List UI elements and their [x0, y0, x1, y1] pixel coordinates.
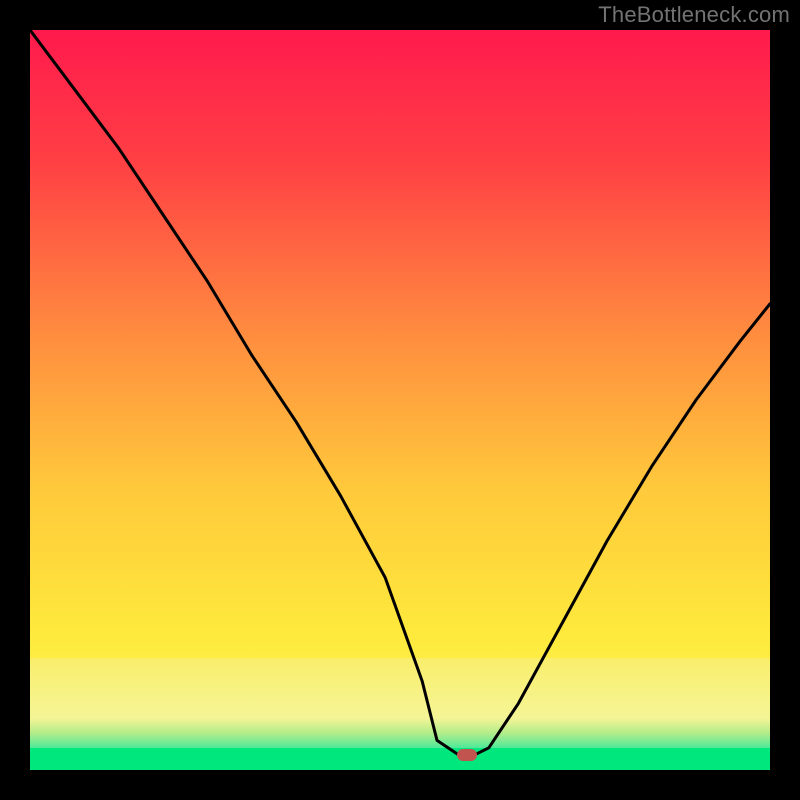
optimal-marker: [457, 749, 477, 761]
watermark-text: TheBottleneck.com: [598, 2, 790, 28]
plot-area: [30, 30, 770, 770]
bottleneck-curve: [30, 30, 770, 770]
chart-frame: TheBottleneck.com: [0, 0, 800, 800]
